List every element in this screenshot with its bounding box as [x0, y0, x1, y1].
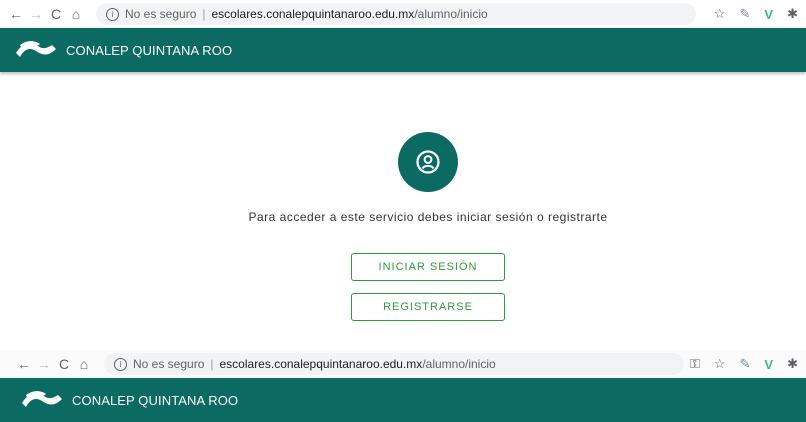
bookmark-star-icon[interactable]: ☆: [714, 6, 726, 22]
address-divider: |: [202, 7, 206, 21]
app-header-duplicate: CONALEP QUINTANA ROO: [0, 378, 806, 422]
eyedropper-extension-icon[interactable]: ✎: [740, 356, 751, 372]
register-button[interactable]: REGISTRARSE: [351, 293, 505, 321]
security-label: No es seguro: [133, 357, 205, 371]
back-arrow-icon[interactable]: ←: [6, 6, 26, 22]
reload-icon[interactable]: C: [46, 6, 66, 22]
browser-toolbar-duplicate: ← → C ⌂ i No es seguro | escolares.conal…: [0, 350, 806, 378]
browser-toolbar: ← → C ⌂ i No es seguro | escolares.conal…: [0, 0, 806, 28]
login-required-message: Para acceder a este servicio debes inici…: [248, 210, 608, 224]
url-text: escolares.conalepquintanaroo.edu.mx/alum…: [212, 7, 488, 21]
info-icon[interactable]: i: [114, 357, 127, 371]
reload-icon[interactable]: C: [54, 356, 74, 372]
brand-title[interactable]: CONALEP QUINTANA ROO: [66, 43, 232, 58]
url-host: escolares.conalepquintanaroo.edu.mx: [211, 7, 415, 21]
app-header: CONALEP QUINTANA ROO: [0, 28, 806, 72]
vue-devtools-icon[interactable]: V: [764, 357, 773, 372]
account-circle-icon: [416, 150, 440, 174]
forward-arrow-icon[interactable]: →: [34, 356, 54, 372]
vue-devtools-icon[interactable]: V: [764, 7, 773, 22]
conalep-logo: [16, 41, 56, 57]
account-icon-badge: [398, 132, 458, 192]
home-icon[interactable]: ⌂: [74, 356, 94, 372]
home-icon[interactable]: ⌂: [66, 6, 86, 22]
brand-title[interactable]: CONALEP QUINTANA ROO: [72, 393, 238, 408]
extensions-puzzle-icon[interactable]: ✱: [787, 356, 798, 372]
address-bar[interactable]: i No es seguro | escolares.conalepquinta…: [104, 353, 684, 375]
extensions-area: ☆ ✎ V ✱: [714, 6, 798, 22]
url-path: /alumno/inicio: [422, 357, 496, 371]
bookmark-star-icon[interactable]: ☆: [714, 356, 726, 372]
address-bar[interactable]: i No es seguro | escolares.conalepquinta…: [96, 3, 696, 25]
url-text: escolares.conalepquintanaroo.edu.mx/alum…: [220, 357, 496, 371]
eyedropper-extension-icon[interactable]: ✎: [740, 6, 751, 22]
address-divider: |: [210, 357, 214, 371]
forward-arrow-icon[interactable]: →: [26, 6, 46, 22]
url-host: escolares.conalepquintanaroo.edu.mx: [219, 357, 423, 371]
security-label: No es seguro: [125, 7, 197, 21]
extensions-puzzle-icon[interactable]: ✱: [787, 6, 798, 22]
conalep-logo: [22, 391, 62, 407]
password-key-icon[interactable]: ⚿: [690, 356, 700, 372]
login-button[interactable]: INICIAR SESIÓN: [351, 253, 505, 281]
extensions-area: ⚿ ☆ ✎ V ✱: [690, 356, 798, 372]
back-arrow-icon[interactable]: ←: [14, 356, 34, 372]
info-icon[interactable]: i: [106, 7, 119, 21]
url-path: /alumno/inicio: [414, 7, 488, 21]
